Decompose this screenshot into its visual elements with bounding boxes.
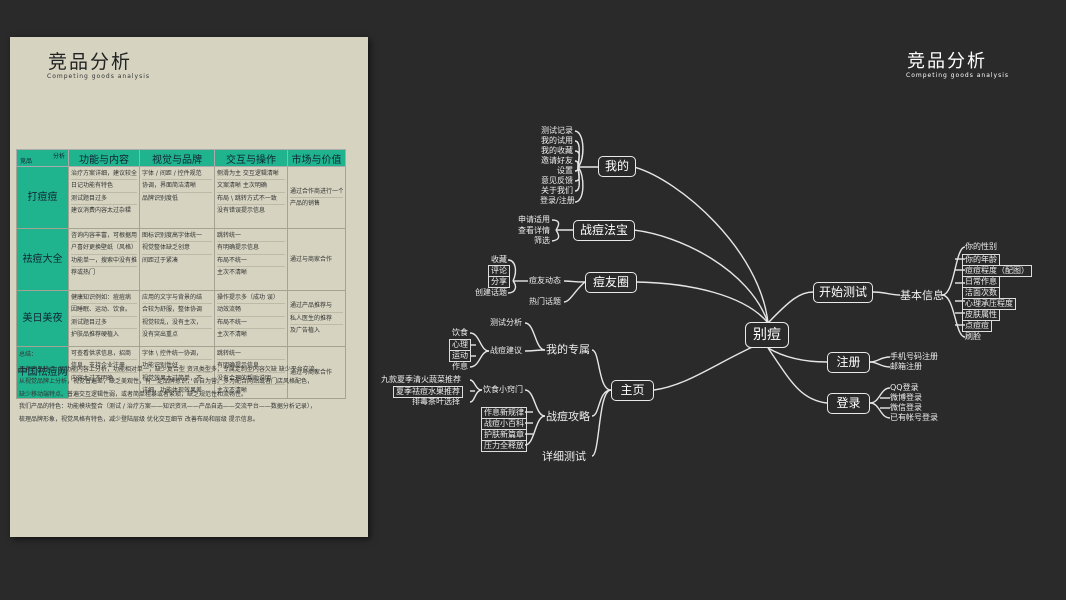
circle-dynamic[interactable]: 痘友动态 bbox=[529, 276, 561, 286]
home-zone[interactable]: 我的专属 bbox=[546, 343, 590, 356]
node-register[interactable]: 注册 bbox=[827, 352, 870, 373]
zone-suggest-item[interactable]: 饮食 bbox=[452, 328, 468, 338]
circle-hot-topic[interactable]: 热门话题 bbox=[529, 297, 561, 307]
zone-test-analysis[interactable]: 测试分析 bbox=[490, 318, 522, 328]
test-item[interactable]: 刷脸 bbox=[965, 332, 981, 342]
test-item[interactable]: 你的性别 bbox=[965, 242, 997, 252]
diet-item[interactable]: 排毒茶叶选择 bbox=[412, 397, 460, 407]
zone-suggest[interactable]: 战痘建议 bbox=[490, 346, 522, 356]
fabao-item[interactable]: 筛选 bbox=[534, 236, 550, 246]
mine-item[interactable]: 设置 bbox=[557, 166, 573, 176]
test-item[interactable]: 点痘痘 bbox=[962, 320, 992, 332]
register-item[interactable]: 邮箱注册 bbox=[890, 362, 922, 372]
circle-dynamic-item[interactable]: 分享 bbox=[488, 276, 510, 288]
login-item[interactable]: 微信登录 bbox=[890, 403, 922, 413]
node-mine[interactable]: 我的 bbox=[598, 156, 636, 177]
mine-item[interactable]: 测试记录 bbox=[541, 126, 573, 136]
mine-item[interactable]: 关于我们 bbox=[541, 186, 573, 196]
login-item[interactable]: QQ登录 bbox=[890, 383, 919, 393]
circle-dynamic-item[interactable]: 收藏 bbox=[491, 255, 507, 265]
register-item[interactable]: 手机号码注册 bbox=[890, 352, 938, 362]
zone-suggest-item[interactable]: 运动 bbox=[449, 350, 471, 362]
login-item[interactable]: 微博登录 bbox=[890, 393, 922, 403]
zone-suggest-item[interactable]: 作息 bbox=[452, 362, 468, 372]
mine-item[interactable]: 我的收藏 bbox=[541, 146, 573, 156]
strategy-item[interactable]: 饮食小窍门 bbox=[483, 385, 523, 395]
home-detail-test[interactable]: 详细测试 bbox=[542, 450, 586, 463]
circle-dynamic-item[interactable]: 创建话题 bbox=[475, 288, 507, 298]
center-node[interactable]: 别痘 bbox=[745, 322, 789, 348]
node-fabao[interactable]: 战痘法宝 bbox=[573, 220, 635, 241]
node-login[interactable]: 登录 bbox=[827, 393, 870, 414]
mine-item[interactable]: 意见反馈 bbox=[541, 176, 573, 186]
login-item[interactable]: 已有帐号登录 bbox=[890, 413, 938, 423]
node-start-test[interactable]: 开始测试 bbox=[813, 282, 873, 303]
diet-item[interactable]: 九款夏季清火蔬菜推荐 bbox=[381, 375, 461, 385]
fabao-item[interactable]: 查看详情 bbox=[518, 226, 550, 236]
node-circle[interactable]: 痘友圈 bbox=[585, 272, 637, 293]
mine-item[interactable]: 我的试用 bbox=[541, 136, 573, 146]
fabao-item[interactable]: 申请适用 bbox=[518, 215, 550, 225]
mine-item[interactable]: 登录/注册 bbox=[540, 196, 575, 206]
strategy-item[interactable]: 压力全释放 bbox=[481, 440, 527, 452]
test-basic-info[interactable]: 基本信息 bbox=[900, 289, 944, 302]
mine-item[interactable]: 邀请好友 bbox=[541, 156, 573, 166]
node-home[interactable]: 主页 bbox=[611, 380, 654, 401]
home-strategy[interactable]: 战痘攻略 bbox=[546, 410, 590, 423]
